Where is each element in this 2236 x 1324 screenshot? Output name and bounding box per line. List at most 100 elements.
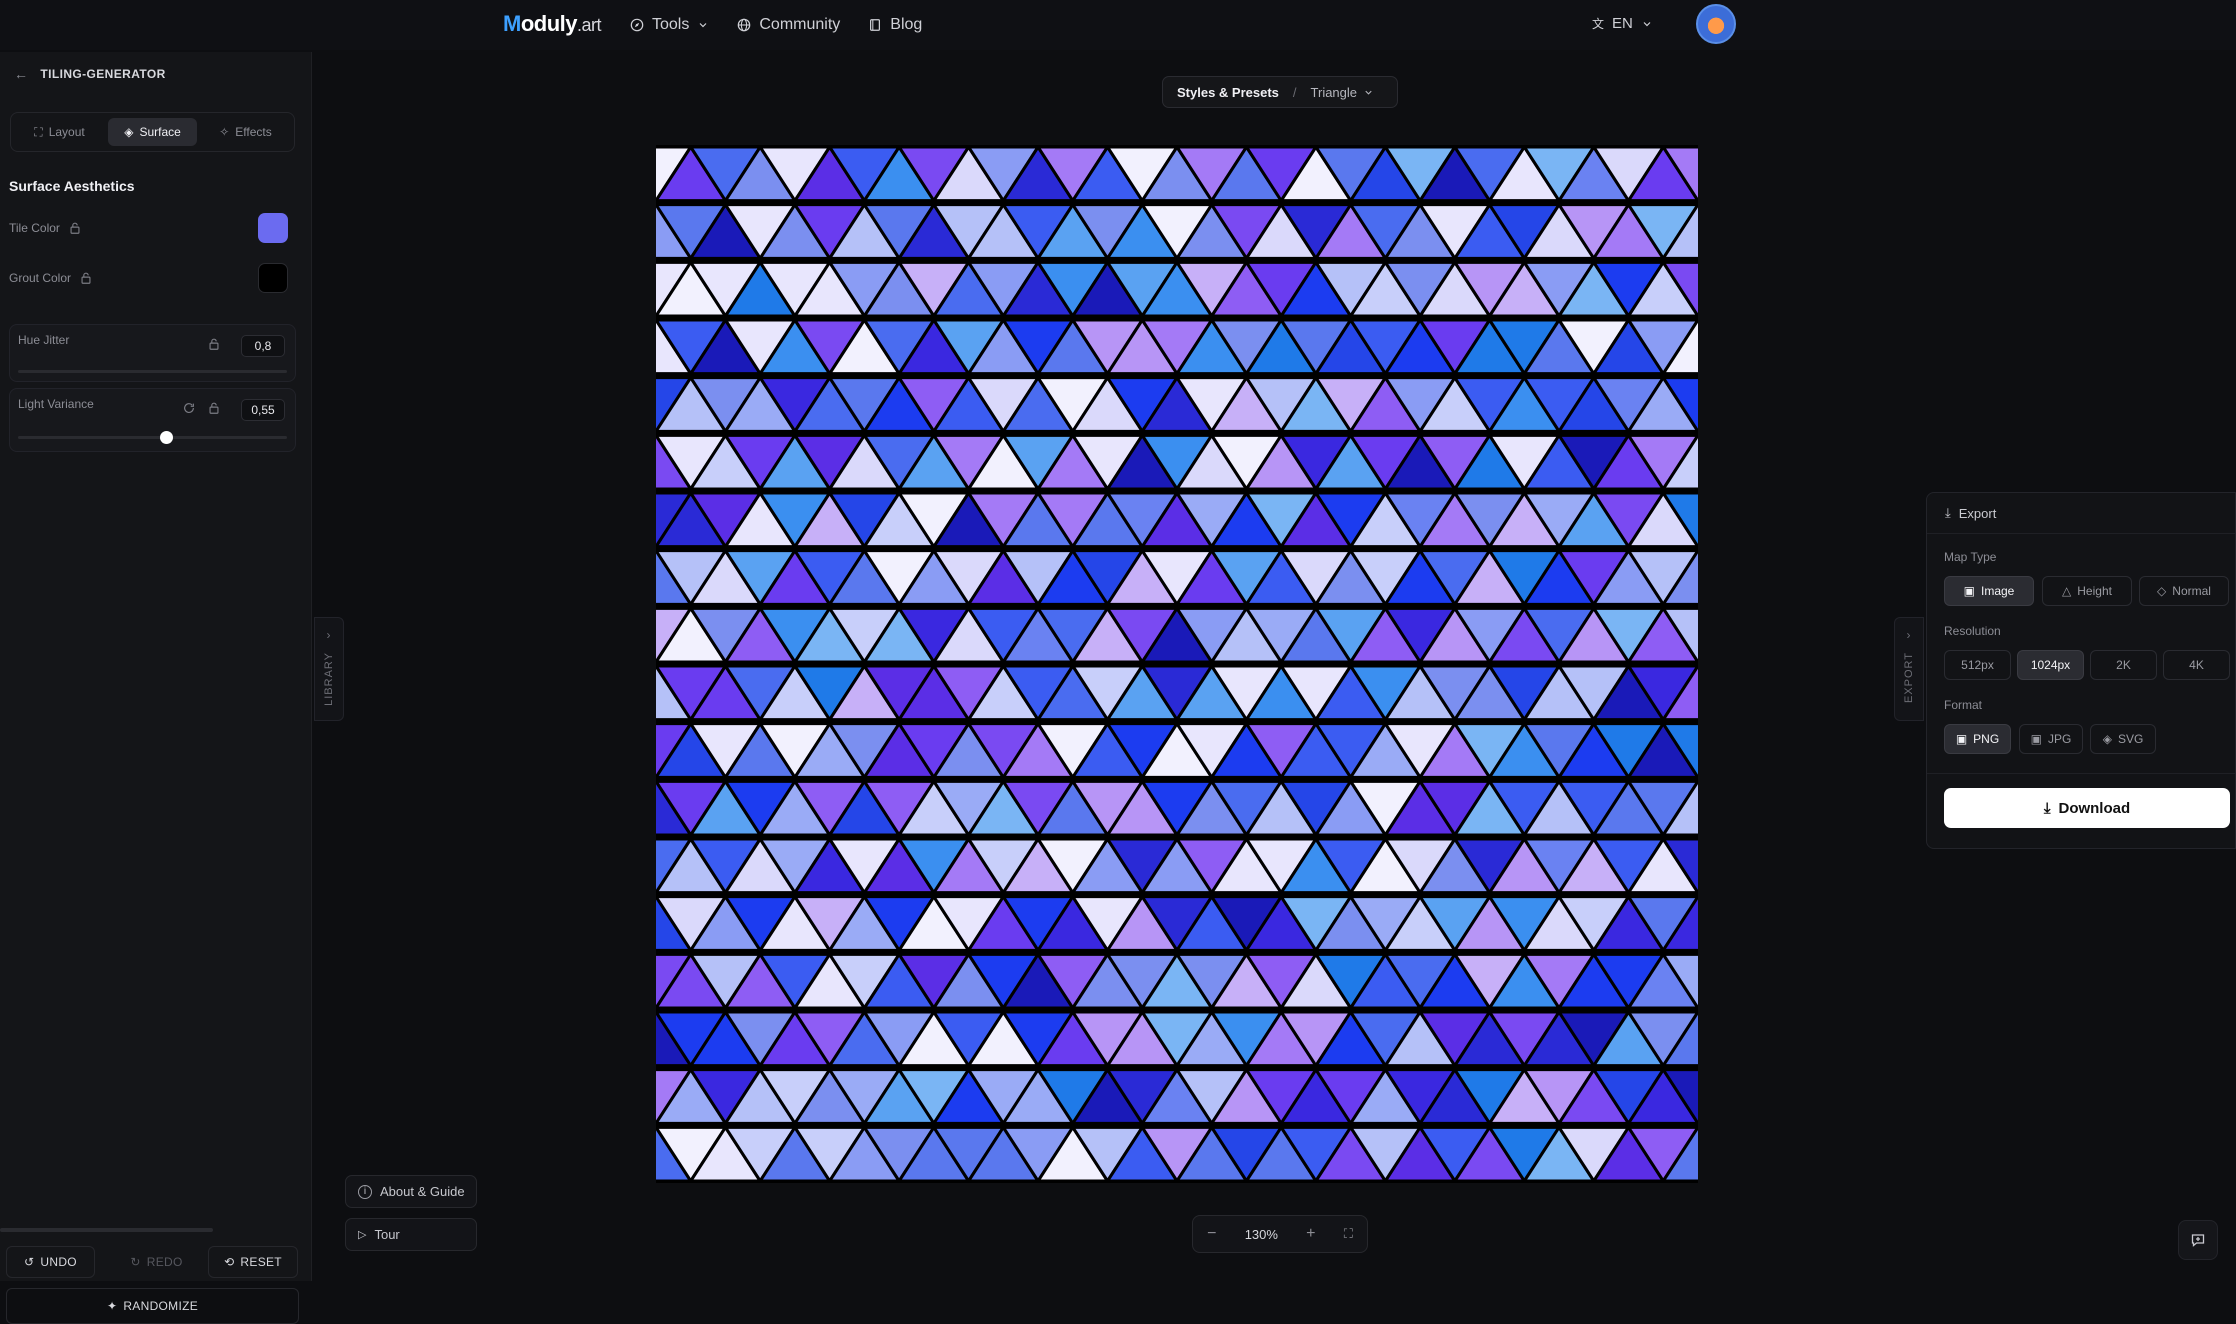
presets-breadcrumb: Styles & Presets / Triangle (1162, 76, 1398, 108)
map-type-label: Map Type (1944, 550, 1997, 564)
zoom-in-button[interactable]: + (1306, 1225, 1315, 1243)
zoom-out-button[interactable]: − (1207, 1225, 1216, 1243)
language-selector[interactable]: 文 EN (1592, 15, 1653, 32)
undo-button[interactable]: ↺ UNDO (6, 1246, 95, 1278)
nav-tools[interactable]: Tools (630, 16, 709, 34)
export-title-label: Export (1958, 505, 1997, 521)
format-svg-label: SVG (2117, 732, 2144, 746)
format-svg[interactable]: ◈ SVG (2090, 724, 2156, 754)
format-jpg[interactable]: ▣ JPG (2019, 724, 2083, 754)
grout-color-swatch[interactable] (258, 263, 288, 293)
map-type-normal-label: Normal (2172, 584, 2211, 598)
reset-button[interactable]: ⟲ RESET (208, 1246, 298, 1278)
map-type-image-label: Image (1980, 584, 2015, 598)
divider (1927, 533, 2235, 534)
tile-color-label: Tile Color (9, 221, 60, 235)
resolution-4k[interactable]: 4K (2163, 650, 2230, 680)
nav-tools-label: Tools (652, 16, 690, 33)
breadcrumb-section[interactable]: Styles & Presets (1177, 85, 1279, 100)
brush-icon: ◈ (124, 125, 134, 139)
nav-community-label: Community (759, 16, 841, 33)
grout-color-label: Grout Color (9, 271, 72, 285)
sparkle-icon: ✧ (219, 125, 230, 139)
lock-icon[interactable] (79, 271, 93, 285)
tour-label: Tour (374, 1227, 400, 1242)
nav-blog-label: Blog (890, 16, 923, 33)
divider (1927, 773, 2235, 774)
tab-effects[interactable]: ✧ Effects (201, 118, 290, 146)
back-arrow-icon[interactable]: ← (14, 66, 28, 82)
lock-icon[interactable] (207, 337, 221, 351)
tour-button[interactable]: ▷ Tour (345, 1218, 477, 1251)
language-label: EN (1612, 15, 1633, 32)
about-guide-button[interactable]: i About & Guide (345, 1175, 477, 1208)
hue-jitter-control: Hue Jitter 0,8 (9, 324, 296, 382)
sidebar-scrollbar[interactable] (0, 1228, 213, 1232)
tab-surface[interactable]: ◈ Surface (108, 118, 197, 146)
export-tab[interactable]: › EXPORT (1894, 617, 1924, 721)
hue-jitter-track[interactable] (18, 370, 287, 373)
resolution-label: Resolution (1944, 624, 2001, 638)
info-icon: i (358, 1184, 372, 1199)
redo-label: REDO (146, 1255, 183, 1269)
format-png[interactable]: ▣ PNG (1944, 724, 2011, 754)
hue-jitter-value[interactable]: 0,8 (241, 335, 285, 357)
section-title: Surface Aesthetics (9, 178, 135, 194)
tab-layout[interactable]: ⛶ Layout (15, 118, 104, 146)
light-variance-thumb[interactable] (159, 431, 173, 444)
download-label: Download (2058, 799, 2131, 817)
tile-color-swatch[interactable] (258, 213, 288, 243)
logo[interactable]: Moduly.art (503, 11, 602, 37)
play-icon: ▷ (358, 1229, 367, 1241)
light-variance-value[interactable]: 0,55 (241, 399, 285, 421)
nav-blog[interactable]: Blog (868, 16, 922, 34)
map-type-height[interactable]: △ Height (2042, 576, 2132, 606)
download-icon: ⤓ (1945, 505, 1951, 520)
library-tab[interactable]: › LIBRARY (314, 617, 344, 721)
format-png-label: PNG (1973, 732, 2000, 746)
translate-icon: 文 (1592, 17, 1605, 31)
export-title: ⤓ Export (1945, 505, 1996, 521)
resolution-512[interactable]: 512px (1944, 650, 2011, 680)
map-type-height-label: Height (2077, 584, 2112, 598)
fullscreen-icon[interactable]: ⛶ (1344, 1226, 1353, 1242)
preset-selector[interactable]: Triangle (1311, 85, 1374, 100)
undo-icon: ↺ (24, 1255, 35, 1269)
export-tab-label: EXPORT (1903, 652, 1915, 704)
feedback-button[interactable] (2178, 1220, 2218, 1260)
chevron-down-icon (1643, 21, 1651, 26)
lock-icon[interactable] (207, 401, 221, 415)
user-avatar[interactable] (1696, 4, 1736, 44)
refresh-icon[interactable] (182, 401, 196, 415)
preset-label: Triangle (1310, 84, 1358, 100)
map-type-image[interactable]: ▣ Image (1944, 576, 2034, 606)
compass-icon (630, 18, 644, 32)
lock-icon[interactable] (68, 221, 82, 235)
chevron-right-icon: › (1906, 628, 1912, 642)
tile-preview-canvas[interactable] (656, 145, 1698, 1183)
resolution-1024[interactable]: 1024px (2017, 650, 2084, 680)
logo-wordmark: oduly (520, 11, 578, 36)
redo-button[interactable]: ↻ REDO (112, 1246, 201, 1278)
light-variance-label: Light Variance (18, 397, 94, 411)
globe-icon (738, 18, 751, 32)
tab-effects-label: Effects (235, 125, 272, 139)
message-plus-icon (2191, 1234, 2205, 1247)
reset-icon: ⟲ (224, 1255, 235, 1269)
layout-icon: ⛶ (34, 124, 43, 139)
format-jpg-label: JPG (2048, 732, 2072, 746)
redo-icon: ↻ (130, 1255, 141, 1269)
image-icon: ▣ (2030, 732, 2042, 746)
about-guide-label: About & Guide (380, 1184, 465, 1199)
library-tab-label: LIBRARY (323, 652, 335, 706)
zoom-controls: − 130% + ⛶ (1192, 1215, 1368, 1253)
resolution-2k[interactable]: 2K (2090, 650, 2157, 680)
map-type-normal[interactable]: ◇ Normal (2139, 576, 2229, 606)
layers-icon: ◈ (2102, 732, 2112, 746)
wand-icon: ✦ (106, 1299, 118, 1313)
tile-color-row: Tile Color (9, 212, 296, 244)
light-variance-track[interactable] (18, 431, 287, 444)
nav-community[interactable]: Community (737, 16, 840, 34)
download-button[interactable]: ⤓ Download (1944, 788, 2230, 828)
randomize-button[interactable]: ✦ RANDOMIZE (6, 1288, 299, 1324)
